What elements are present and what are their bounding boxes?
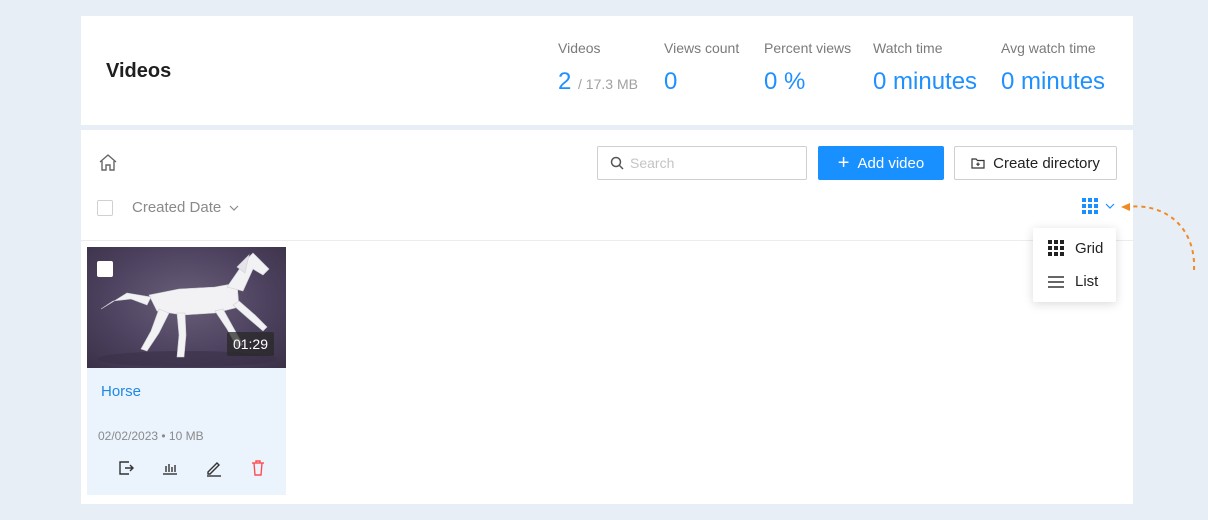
video-title[interactable]: Horse	[101, 383, 141, 400]
sort-dropdown[interactable]: Created Date	[132, 199, 239, 216]
create-directory-button[interactable]: Create directory	[954, 146, 1117, 180]
divider	[81, 240, 1133, 241]
stat-value: 2 / 17.3 MB	[558, 68, 638, 96]
stat-views-count: Views count 0	[664, 40, 739, 96]
stat-avg-watch-time: Avg watch time 0 minutes	[1001, 40, 1105, 96]
stat-storage: / 17.3 MB	[578, 76, 638, 92]
stat-value: 0 minutes	[873, 68, 978, 95]
video-thumbnail[interactable]: 01:29	[87, 247, 286, 368]
video-library-panel: + Add video Create directory Created Dat…	[81, 130, 1133, 504]
stats-header: Videos Videos 2 / 17.3 MB Views count 0 …	[81, 16, 1133, 125]
search-field[interactable]	[597, 146, 807, 180]
stat-label: Avg watch time	[1001, 40, 1096, 56]
analytics-icon[interactable]	[161, 459, 179, 477]
search-icon	[610, 156, 624, 170]
stat-number: 2	[558, 68, 572, 95]
create-directory-label: Create directory	[993, 154, 1100, 172]
video-meta: 02/02/2023 • 10 MB	[98, 429, 204, 443]
chevron-down-icon	[229, 205, 239, 211]
video-card[interactable]: 01:29 Horse 02/02/2023 • 10 MB	[87, 247, 286, 495]
folder-add-icon	[971, 158, 985, 169]
grid-icon	[1048, 240, 1064, 256]
add-video-button[interactable]: + Add video	[818, 146, 944, 180]
search-input[interactable]	[630, 155, 800, 171]
list-icon	[1048, 275, 1064, 288]
stat-label: Watch time	[873, 40, 943, 56]
select-all-checkbox[interactable]	[97, 200, 113, 216]
grid-icon	[1082, 198, 1098, 214]
edit-icon[interactable]	[205, 459, 223, 477]
video-actions	[117, 459, 267, 477]
view-menu-label: Grid	[1075, 239, 1104, 257]
video-duration: 01:29	[226, 332, 274, 356]
delete-icon[interactable]	[249, 459, 267, 477]
add-video-label: Add video	[857, 154, 925, 172]
stat-percent-views: Percent views 0 %	[764, 40, 851, 96]
stat-label: Videos	[558, 40, 601, 56]
plus-icon: +	[837, 152, 850, 174]
stat-value: 0 %	[764, 68, 806, 95]
stat-label: Views count	[664, 40, 740, 56]
view-menu-item-grid[interactable]: Grid	[1047, 239, 1103, 257]
view-menu-label: List	[1075, 273, 1099, 290]
video-select-checkbox[interactable]	[97, 261, 113, 277]
stat-videos: Videos 2 / 17.3 MB	[558, 40, 638, 96]
chevron-down-icon	[1105, 203, 1115, 209]
page-title: Videos	[106, 60, 172, 82]
view-menu-item-list[interactable]: List	[1047, 273, 1098, 290]
sort-label: Created Date	[132, 199, 222, 216]
share-icon[interactable]	[117, 459, 135, 477]
stat-value: 0	[664, 68, 678, 95]
annotation-arrow-icon	[1121, 203, 1196, 271]
view-mode-menu: Grid List	[1033, 228, 1116, 302]
stat-label: Percent views	[764, 40, 852, 56]
view-mode-toggle[interactable]	[1081, 197, 1115, 215]
stat-value: 0 minutes	[1001, 68, 1106, 95]
home-icon[interactable]	[97, 152, 119, 174]
stat-watch-time: Watch time 0 minutes	[873, 40, 977, 96]
